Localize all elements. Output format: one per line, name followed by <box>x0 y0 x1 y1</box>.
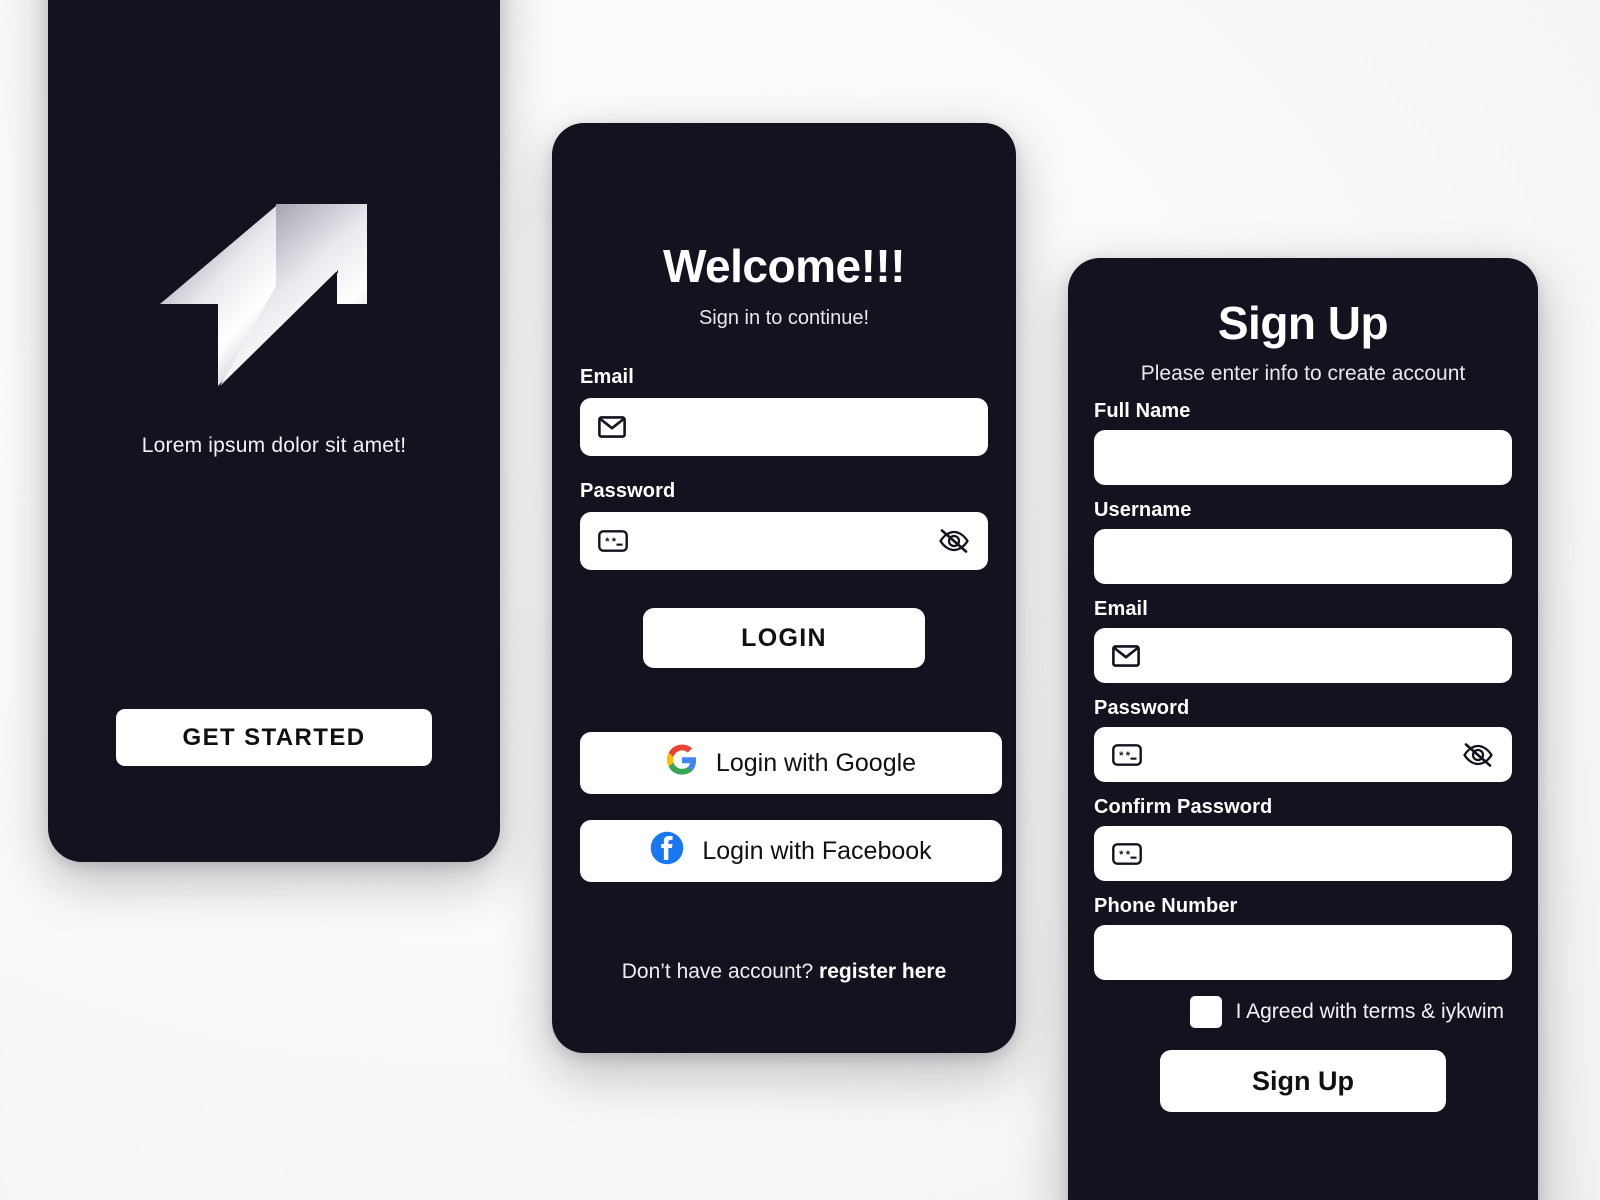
signup-phone-input[interactable] <box>1112 925 1494 980</box>
get-started-button[interactable]: GET STARTED <box>116 709 432 766</box>
signup-username-label: Username <box>1094 499 1192 521</box>
signup-confirm-password-field: Confirm Password ** <box>1094 796 1512 881</box>
google-icon <box>666 744 698 783</box>
svg-text:**: ** <box>1118 850 1131 862</box>
terms-checkbox[interactable] <box>1189 996 1222 1028</box>
lightning-m-logo-icon <box>160 204 367 386</box>
login-password-field: Password ** <box>580 480 988 570</box>
login-email-input[interactable] <box>634 398 970 456</box>
signup-title: Sign Up <box>1217 297 1389 349</box>
signup-phone-label: Phone Number <box>1094 895 1238 917</box>
signup-fullname-field: Full Name <box>1094 400 1512 485</box>
signup-confirm-password-label: Confirm Password <box>1094 796 1273 818</box>
login-email-label: Email <box>580 366 634 388</box>
signup-card: Sign Up Please enter info to create acco… <box>1068 258 1538 1200</box>
svg-text:**: ** <box>1118 751 1131 763</box>
register-here-link[interactable]: register here <box>819 960 946 983</box>
signup-terms-row: I Agreed with terms & iykwim <box>1094 996 1512 1028</box>
signup-fullname-input-box[interactable] <box>1094 430 1512 485</box>
terms-label: I Agreed with terms & iykwim <box>1235 1000 1504 1023</box>
eye-off-icon[interactable] <box>1462 742 1494 768</box>
login-title: Welcome!!! <box>662 240 906 292</box>
signup-confirm-password-input-box[interactable]: ** <box>1094 826 1512 881</box>
signup-confirm-password-input[interactable] <box>1150 826 1494 881</box>
onboarding-tagline: Lorem ipsum dolor sit amet! <box>141 434 407 457</box>
login-with-google-button[interactable]: Login with Google <box>580 732 1002 794</box>
password-asterisk-icon: ** <box>1112 842 1142 865</box>
signup-email-field: Email <box>1094 598 1512 683</box>
login-with-facebook-label: Login with Facebook <box>702 836 932 865</box>
signup-username-field: Username <box>1094 499 1512 584</box>
signup-password-input[interactable] <box>1150 727 1454 782</box>
signup-subtitle: Please enter info to create account <box>1140 362 1466 385</box>
signup-email-label: Email <box>1094 598 1148 620</box>
app-logo <box>154 198 394 388</box>
signup-phone-input-box[interactable] <box>1094 925 1512 980</box>
password-asterisk-icon: ** <box>1112 743 1142 766</box>
login-email-field: Email <box>580 366 988 456</box>
login-password-label: Password <box>580 480 676 502</box>
facebook-icon <box>650 831 684 872</box>
login-submit-button[interactable]: LOGIN <box>643 608 925 668</box>
signup-password-label: Password <box>1094 697 1190 719</box>
register-prompt: Don’t have account? register here <box>580 960 988 984</box>
password-asterisk-icon: ** <box>598 530 628 552</box>
signup-username-input[interactable] <box>1112 529 1494 584</box>
envelope-icon <box>1112 644 1140 667</box>
login-with-facebook-button[interactable]: Login with Facebook <box>580 820 1002 882</box>
signup-password-field: Password ** <box>1094 697 1512 782</box>
login-subtitle: Sign in to continue! <box>698 307 870 329</box>
signup-email-input-box[interactable] <box>1094 628 1512 683</box>
login-password-input[interactable] <box>636 512 930 570</box>
svg-text:**: ** <box>604 538 617 550</box>
signup-username-input-box[interactable] <box>1094 529 1512 584</box>
onboarding-card: Lorem ipsum dolor sit amet! GET STARTED <box>48 0 500 862</box>
login-card: Welcome!!! Sign in to continue! Email Pa… <box>552 123 1016 1053</box>
eye-off-icon[interactable] <box>938 528 970 554</box>
login-password-input-box[interactable]: ** <box>580 512 988 570</box>
signup-submit-button[interactable]: Sign Up <box>1160 1050 1446 1112</box>
signup-fullname-label: Full Name <box>1094 400 1191 422</box>
signup-email-input[interactable] <box>1148 628 1494 683</box>
register-prompt-text: Don’t have account? <box>621 960 814 983</box>
signup-fullname-input[interactable] <box>1112 430 1494 485</box>
envelope-icon <box>598 416 626 438</box>
signup-phone-field: Phone Number <box>1094 895 1512 980</box>
login-email-input-box[interactable] <box>580 398 988 456</box>
signup-password-input-box[interactable]: ** <box>1094 727 1512 782</box>
login-with-google-label: Login with Google <box>715 748 917 777</box>
